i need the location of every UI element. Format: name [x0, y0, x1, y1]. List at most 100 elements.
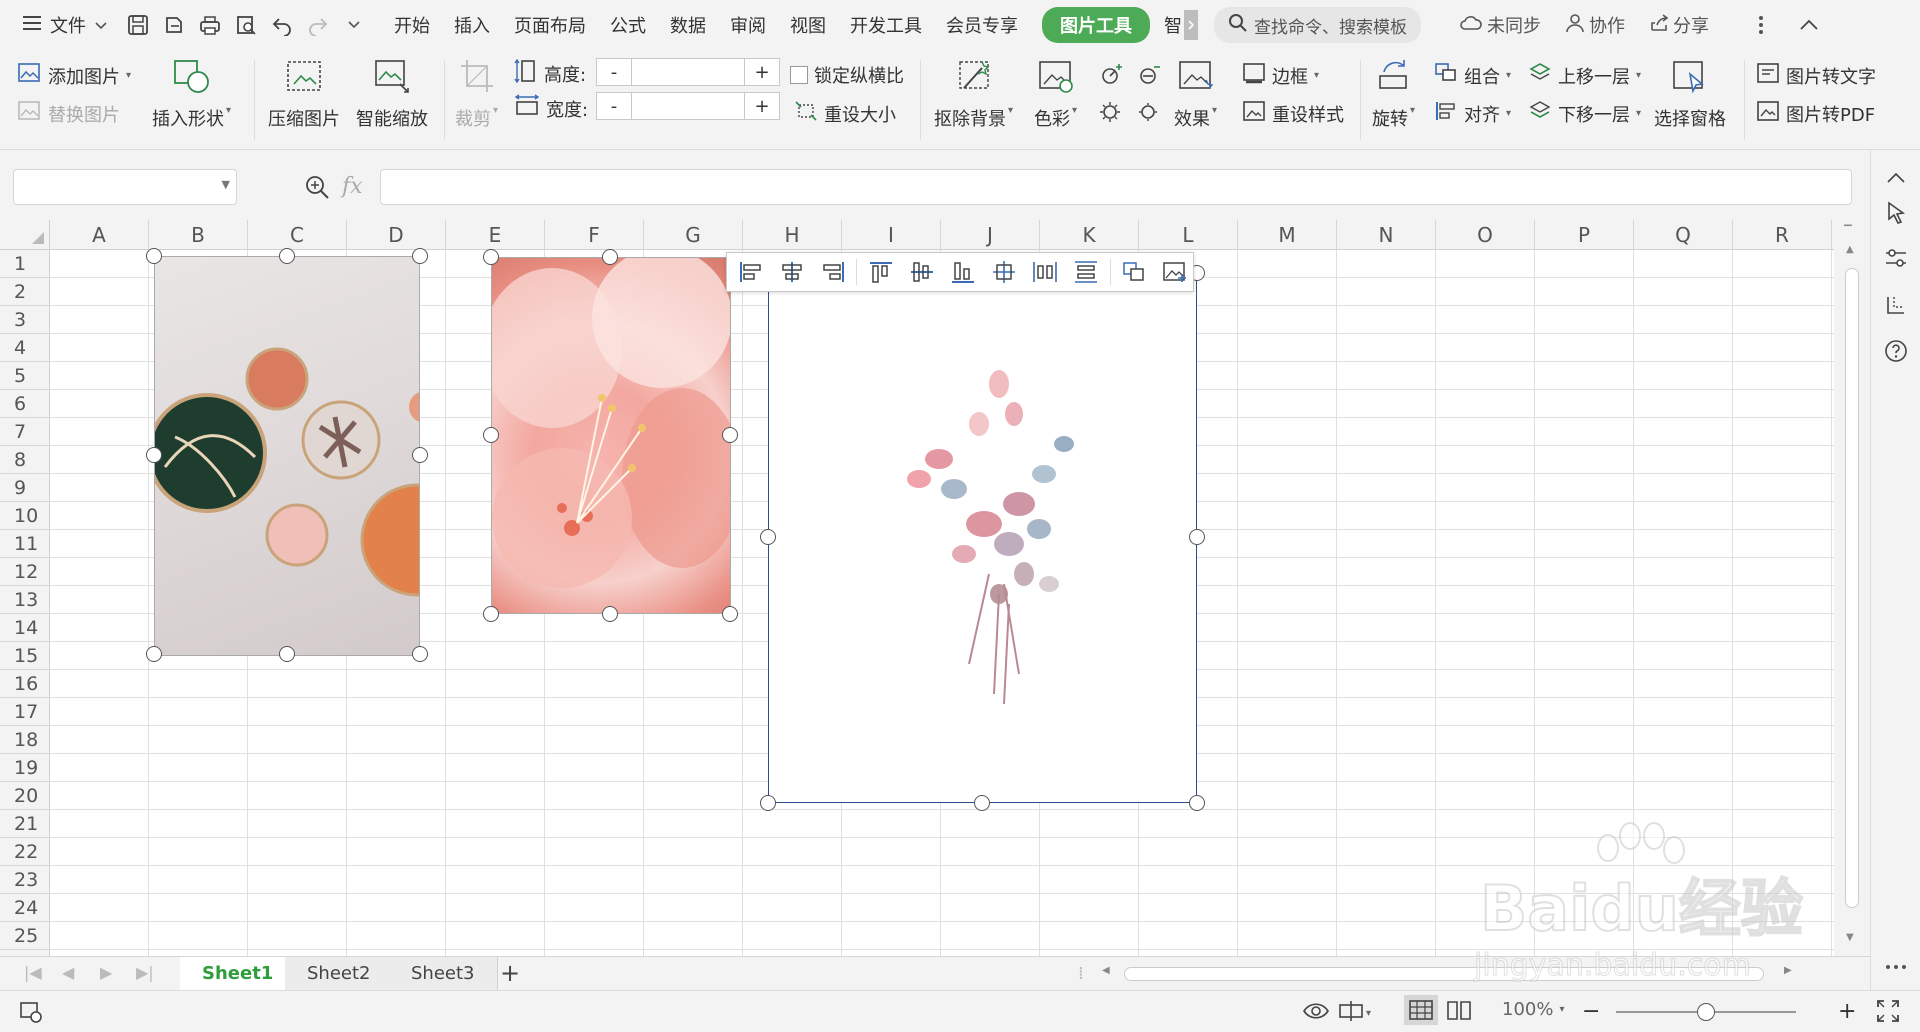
zoom-lookup-icon[interactable] — [304, 174, 330, 204]
lock-aspect-ratio[interactable]: 锁定纵横比 — [790, 62, 904, 88]
collaborate-button[interactable]: 协作 — [1553, 0, 1637, 50]
row-header[interactable]: 19 — [0, 754, 50, 782]
select-cursor-icon[interactable] — [1883, 200, 1909, 226]
undo-icon[interactable] — [264, 7, 300, 43]
resize-handle[interactable] — [279, 646, 295, 662]
fullscreen-icon[interactable] — [1876, 999, 1900, 1023]
next-sheet-icon[interactable]: ▶ — [100, 963, 112, 982]
tab-start[interactable]: 开始 — [382, 0, 442, 50]
resize-handle[interactable] — [146, 646, 162, 662]
width-input[interactable] — [631, 93, 745, 119]
column-header[interactable]: P — [1535, 220, 1634, 250]
save-icon[interactable] — [120, 7, 156, 43]
resize-handle[interactable] — [412, 447, 428, 463]
picture-to-pdf-button[interactable]: 图片转PDF — [1756, 100, 1875, 127]
row-header[interactable]: 2 — [0, 278, 50, 306]
row-header[interactable]: 8 — [0, 446, 50, 474]
align-top-icon[interactable] — [863, 257, 898, 287]
sync-status[interactable]: 未同步 — [1447, 0, 1553, 50]
tab-picture-tools[interactable]: 图片工具 — [1030, 0, 1162, 50]
row-header[interactable]: 18 — [0, 726, 50, 754]
column-header[interactable]: L — [1139, 220, 1238, 250]
add-picture-button[interactable]: 添加图片 ▾ — [18, 62, 131, 89]
selection-pane-button[interactable]: 选择窗格 — [1654, 58, 1726, 131]
resize-handle[interactable] — [722, 427, 738, 443]
scroll-down-icon[interactable]: ▼ — [1846, 932, 1854, 943]
resize-handle[interactable] — [279, 248, 295, 264]
bring-forward-button[interactable]: 上移一层 ▾ — [1528, 62, 1641, 89]
column-header[interactable]: I — [842, 220, 941, 250]
row-header[interactable]: 17 — [0, 698, 50, 726]
row-header[interactable]: 7 — [0, 418, 50, 446]
resize-handle[interactable] — [483, 427, 499, 443]
smart-scale-button[interactable]: 智能缩放 — [356, 58, 428, 131]
add-sheet-button[interactable]: + — [500, 959, 520, 987]
tab-formulas[interactable]: 公式 — [598, 0, 658, 50]
row-header[interactable]: 24 — [0, 894, 50, 922]
column-header[interactable]: B — [149, 220, 248, 250]
distribute-horizontal-icon[interactable] — [1028, 257, 1063, 287]
scroll-up-icon[interactable]: ▲ — [1846, 244, 1854, 255]
more-icon[interactable] — [1743, 7, 1779, 43]
sheet-tab-3[interactable]: Sheet3 — [389, 957, 498, 990]
contrast-down-icon[interactable] — [1136, 100, 1162, 129]
row-header[interactable]: 23 — [0, 866, 50, 894]
tab-review[interactable]: 审阅 — [718, 0, 778, 50]
arrange-icon[interactable] — [1883, 292, 1909, 318]
collapse-panel-icon[interactable] — [1883, 164, 1909, 190]
combine-icon[interactable] — [1117, 257, 1152, 287]
scroll-top-icon[interactable]: ▔ — [1844, 226, 1852, 237]
sheet-tab-1[interactable]: Sheet1 — [180, 957, 297, 990]
command-search[interactable]: 查找命令、搜索模板 — [1214, 7, 1421, 43]
normal-view-icon[interactable] — [1404, 995, 1438, 1025]
resize-handle[interactable] — [146, 447, 162, 463]
column-header[interactable]: C — [248, 220, 347, 250]
remove-background-button[interactable]: 抠除背景 ▾ — [934, 58, 1013, 131]
row-header[interactable]: 4 — [0, 334, 50, 362]
column-header[interactable]: R — [1733, 220, 1832, 250]
column-header[interactable]: M — [1238, 220, 1337, 250]
row-header[interactable]: 10 — [0, 502, 50, 530]
column-header[interactable]: G — [644, 220, 743, 250]
column-header[interactable]: Q — [1634, 220, 1733, 250]
align-right-icon[interactable] — [815, 257, 850, 287]
width-spinner[interactable]: - + — [596, 92, 780, 120]
distribute-vertical-icon[interactable] — [1069, 257, 1104, 287]
resize-handle[interactable] — [1189, 529, 1205, 545]
select-all-corner[interactable] — [0, 220, 50, 250]
split-handle[interactable]: ⁞ — [1078, 963, 1084, 984]
column-header[interactable]: E — [446, 220, 545, 250]
align-bottom-icon[interactable] — [945, 257, 980, 287]
tab-page-layout[interactable]: 页面布局 — [502, 0, 598, 50]
row-header[interactable]: 1 — [0, 250, 50, 278]
brightness-up-icon[interactable] — [1098, 62, 1124, 91]
image-options-icon[interactable] — [1158, 257, 1193, 287]
column-header[interactable]: A — [50, 220, 149, 250]
tab-developer[interactable]: 开发工具 — [838, 0, 934, 50]
tab-data[interactable]: 数据 — [658, 0, 718, 50]
eye-protection-icon[interactable] — [1302, 999, 1330, 1023]
sheet-tab-2[interactable]: Sheet2 — [285, 957, 394, 990]
column-header[interactable]: D — [347, 220, 446, 250]
zoom-out-button[interactable]: − — [1582, 999, 1600, 1024]
customize-toolbar-icon[interactable] — [336, 7, 372, 43]
align-center-both-icon[interactable] — [987, 257, 1022, 287]
resize-handle[interactable] — [483, 249, 499, 265]
align-center-icon[interactable] — [774, 257, 809, 287]
row-header[interactable]: 16 — [0, 670, 50, 698]
rotate-button[interactable]: 旋转 ▾ — [1372, 58, 1415, 131]
resize-handle[interactable] — [602, 249, 618, 265]
picture-embroidery-hoops[interactable] — [147, 256, 474, 656]
row-header[interactable]: 15 — [0, 642, 50, 670]
resize-handle[interactable] — [760, 795, 776, 811]
row-header[interactable]: 22 — [0, 838, 50, 866]
picture-pink-flower[interactable] — [482, 248, 742, 614]
align-middle-icon[interactable] — [904, 257, 939, 287]
group-button[interactable]: 组合 ▾ — [1434, 62, 1511, 89]
resize-handle[interactable] — [1189, 795, 1205, 811]
reset-style-button[interactable]: 重设样式 — [1242, 100, 1344, 127]
row-header[interactable]: 20 — [0, 782, 50, 810]
vertical-scroll-thumb[interactable] — [1845, 268, 1859, 908]
height-increment[interactable]: + — [745, 62, 779, 83]
color-button[interactable]: 色彩 ▾ — [1034, 58, 1077, 131]
